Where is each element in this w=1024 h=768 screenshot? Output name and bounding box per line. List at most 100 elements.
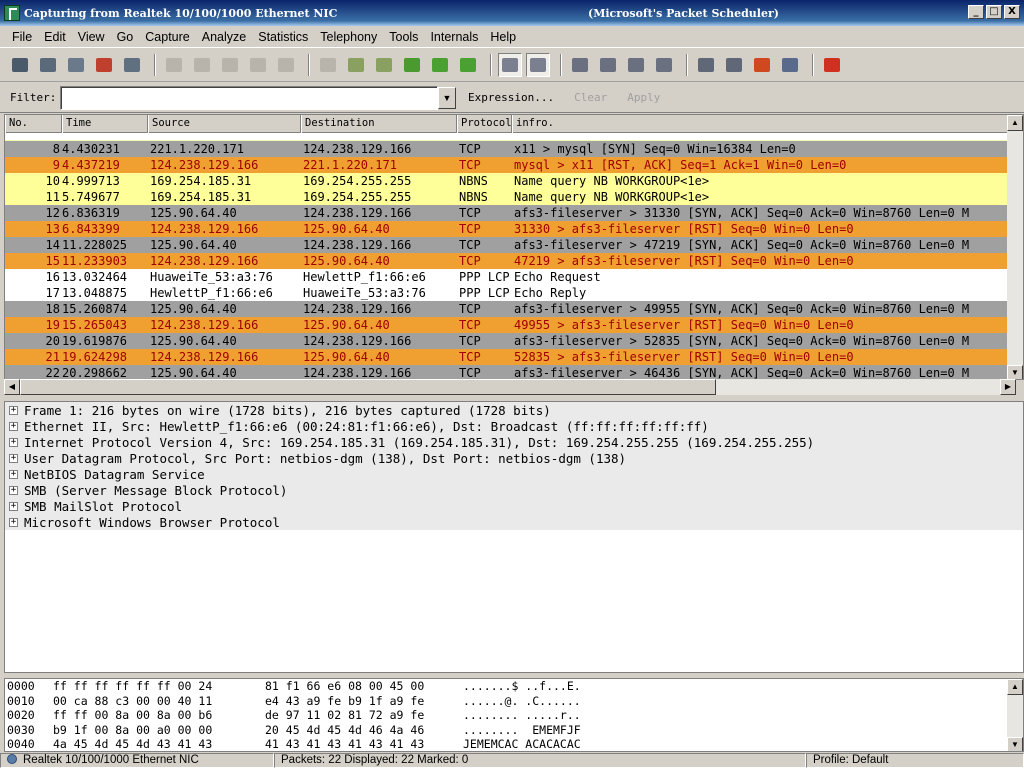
- close-file-button[interactable]: [218, 53, 242, 77]
- minimize-button[interactable]: _: [968, 5, 984, 19]
- packet-list-horizontal-scrollbar[interactable]: ◀ ▶: [4, 379, 1016, 395]
- auto-scroll-button[interactable]: [526, 53, 550, 77]
- save-file-button[interactable]: [190, 53, 214, 77]
- scroll-right-icon[interactable]: ▶: [1000, 379, 1016, 395]
- detail-tree-item[interactable]: + SMB MailSlot Protocol: [5, 498, 1023, 514]
- packet-row[interactable]: 20 19.619876 125.90.64.40 124.238.129.166 TC…: [5, 333, 1017, 349]
- detail-tree-item[interactable]: + NetBIOS Datagram Service: [5, 466, 1023, 482]
- column-header-destination[interactable]: Destination: [301, 115, 457, 133]
- detail-tree-item[interactable]: + Internet Protocol Version 4, Src: 169.2…: [5, 434, 1023, 450]
- find-packet-button[interactable]: [316, 53, 340, 77]
- menu-internals[interactable]: Internals: [424, 30, 484, 44]
- expand-icon[interactable]: +: [9, 517, 18, 527]
- menu-telephony[interactable]: Telephony: [314, 30, 383, 44]
- coloring-rules-button[interactable]: [750, 53, 774, 77]
- packet-row[interactable]: 22 20.298662 125.90.64.40 124.238.129.166 TC…: [5, 365, 1017, 379]
- packet-row[interactable]: 15 11.233903 124.238.129.166 125.90.64.40 TC…: [5, 253, 1017, 269]
- menu-tools[interactable]: Tools: [383, 30, 424, 44]
- menu-go[interactable]: Go: [111, 30, 140, 44]
- packet-row[interactable]: 13 6.843399 124.238.129.166 125.90.64.40 TCP…: [5, 221, 1017, 237]
- go-to-packet-button[interactable]: [400, 53, 424, 77]
- apply-button[interactable]: Apply: [627, 91, 660, 104]
- hex-row[interactable]: 0030 b9 1f 00 8a 00 a0 00 00 20 45 4d 45 4…: [5, 723, 1023, 738]
- packet-bytes[interactable]: 0000 ff ff ff ff ff ff 00 24 81 f1 66 e6 0…: [4, 678, 1024, 752]
- filter-input[interactable]: [60, 85, 438, 110]
- restart-capture-button[interactable]: [120, 53, 144, 77]
- menu-edit[interactable]: Edit: [38, 30, 72, 44]
- column-header-source[interactable]: Source: [148, 115, 301, 133]
- packet-list[interactable]: No. Time Source Destination Protocol inf…: [4, 114, 1024, 380]
- hex-row[interactable]: 0000 ff ff ff ff ff ff 00 24 81 f1 66 e6 0…: [5, 679, 1023, 694]
- detail-tree-item[interactable]: + SMB (Server Message Block Protocol): [5, 482, 1023, 498]
- go-forward-button[interactable]: [372, 53, 396, 77]
- menu-capture[interactable]: Capture: [139, 30, 195, 44]
- filter-dropdown-button[interactable]: ▼: [438, 86, 456, 109]
- packet-row[interactable]: 9 4.437219 124.238.129.166 221.1.220.171 TCP…: [5, 157, 1017, 173]
- close-button[interactable]: X: [1004, 5, 1020, 19]
- detail-tree-item[interactable]: + Frame 1: 216 bytes on wire (1728 bits),…: [5, 402, 1023, 418]
- menu-analyze[interactable]: Analyze: [196, 30, 252, 44]
- clear-button[interactable]: Clear: [574, 91, 607, 104]
- colorize-button[interactable]: [498, 53, 522, 77]
- packet-row[interactable]: 16 13.032464 HuaweiTe_53:a3:76 HewlettP_f1:…: [5, 269, 1017, 285]
- packet-row[interactable]: 12 6.836319 125.90.64.40 124.238.129.166 TCP…: [5, 205, 1017, 221]
- zoom-out-button[interactable]: [596, 53, 620, 77]
- column-header-time[interactable]: Time: [62, 115, 148, 133]
- menu-statistics[interactable]: Statistics: [252, 30, 314, 44]
- hex-row[interactable]: 0020 ff ff 00 8a 00 8a 00 b6 de 97 11 02 8…: [5, 708, 1023, 723]
- capture-options-button[interactable]: [36, 53, 60, 77]
- packet-row[interactable]: 8 4.430231 221.1.220.171 124.238.129.166 TCP…: [5, 141, 1017, 157]
- expand-icon[interactable]: +: [9, 469, 18, 479]
- scroll-up-icon[interactable]: ▲: [1007, 115, 1023, 131]
- hex-row[interactable]: 0040 4a 45 4d 45 4d 43 41 43 41 43 41 43 4…: [5, 737, 1023, 751]
- expand-icon[interactable]: +: [9, 405, 18, 415]
- go-first-button[interactable]: [428, 53, 452, 77]
- detail-tree-item[interactable]: + User Datagram Protocol, Src Port: netbi…: [5, 450, 1023, 466]
- interface-list-button[interactable]: [8, 53, 32, 77]
- display-filters-button[interactable]: [722, 53, 746, 77]
- column-header-protocol[interactable]: Protocol: [457, 115, 512, 133]
- maximize-button[interactable]: □: [986, 5, 1002, 19]
- expression-button[interactable]: Expression...: [468, 91, 554, 104]
- stop-capture-button[interactable]: [92, 53, 116, 77]
- scroll-down-icon[interactable]: ▼: [1007, 737, 1023, 751]
- expand-icon[interactable]: +: [9, 485, 18, 495]
- packet-row[interactable]: 10 4.999713 169.254.185.31 169.254.255.255 N…: [5, 173, 1017, 189]
- capture-filters-button[interactable]: [694, 53, 718, 77]
- packet-row[interactable]: 18 15.260874 125.90.64.40 124.238.129.166 TC…: [5, 301, 1017, 317]
- packet-row[interactable]: 14 11.228025 125.90.64.40 124.238.129.166 TC…: [5, 237, 1017, 253]
- go-last-button[interactable]: [456, 53, 480, 77]
- resize-columns-button[interactable]: [652, 53, 676, 77]
- packet-row[interactable]: 21 19.624298 124.238.129.166 125.90.64.40 TC…: [5, 349, 1017, 365]
- packet-details[interactable]: + Frame 1: 216 bytes on wire (1728 bits),…: [4, 401, 1024, 673]
- zoom-in-button[interactable]: [568, 53, 592, 77]
- column-header-no[interactable]: No.: [5, 115, 62, 133]
- capture-status-icon[interactable]: [7, 754, 17, 764]
- packet-row[interactable]: 11 5.749677 169.254.185.31 169.254.255.255 N…: [5, 189, 1017, 205]
- expand-icon[interactable]: +: [9, 501, 18, 511]
- hex-row[interactable]: 0010 00 ca 88 c3 00 00 40 11 e4 43 a9 fe b…: [5, 694, 1023, 709]
- bytes-vertical-scrollbar[interactable]: ▲ ▼: [1007, 679, 1023, 751]
- horizontal-scroll-thumb[interactable]: [20, 379, 716, 395]
- help-button[interactable]: [820, 53, 844, 77]
- packet-row[interactable]: 17 13.048875 HewlettP_f1:66:e6 HuaweiTe_53:…: [5, 285, 1017, 301]
- packet-list-vertical-scrollbar[interactable]: ▲ ▼: [1007, 115, 1023, 379]
- start-capture-button[interactable]: [64, 53, 88, 77]
- packet-row[interactable]: 19 15.265043 124.238.129.166 125.90.64.40 TC…: [5, 317, 1017, 333]
- status-profile[interactable]: Profile: Default: [806, 753, 1024, 768]
- detail-tree-item[interactable]: + Ethernet II, Src: HewlettP_f1:66:e6 (00…: [5, 418, 1023, 434]
- scroll-up-icon[interactable]: ▲: [1007, 679, 1023, 695]
- expand-icon[interactable]: +: [9, 421, 18, 431]
- normal-size-button[interactable]: [624, 53, 648, 77]
- scroll-left-icon[interactable]: ◀: [4, 379, 20, 395]
- scroll-down-icon[interactable]: ▼: [1007, 365, 1023, 379]
- print-button[interactable]: [274, 53, 298, 77]
- go-back-button[interactable]: [344, 53, 368, 77]
- expand-icon[interactable]: +: [9, 437, 18, 447]
- open-file-button[interactable]: [162, 53, 186, 77]
- detail-tree-item[interactable]: + Microsoft Windows Browser Protocol: [5, 514, 1023, 530]
- expand-icon[interactable]: +: [9, 453, 18, 463]
- preferences-button[interactable]: [778, 53, 802, 77]
- menu-view[interactable]: View: [72, 30, 111, 44]
- menu-help[interactable]: Help: [484, 30, 522, 44]
